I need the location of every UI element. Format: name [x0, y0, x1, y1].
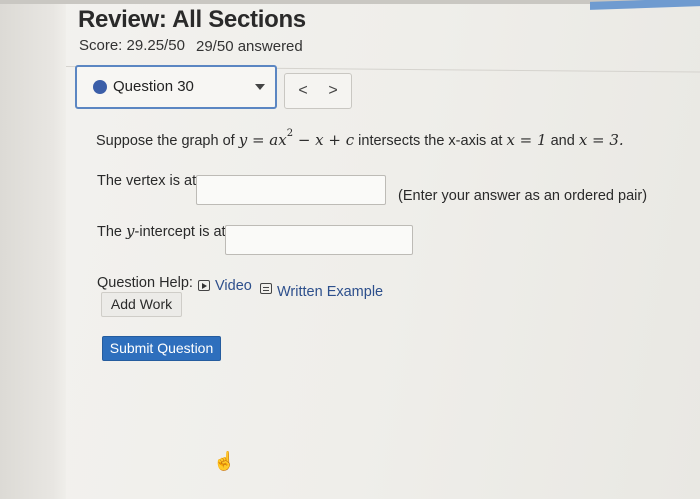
question-help-label: Question Help:: [97, 275, 193, 291]
hand-cursor-icon: ☝: [213, 451, 236, 471]
prompt-text-after: intersects the x-axis at: [358, 133, 503, 149]
add-work-button[interactable]: Add Work: [101, 292, 182, 317]
score-text: Score: 29.25/50: [79, 37, 185, 54]
video-link[interactable]: Video: [215, 278, 252, 294]
question-prompt: Suppose the graph of y = ax2 − x + c int…: [96, 128, 624, 149]
caret-down-icon: [255, 84, 265, 90]
vertex-input[interactable]: [196, 175, 386, 205]
vertex-hint: (Enter your answer as an ordered pair): [398, 188, 648, 204]
question-selector-label: Question 30: [113, 78, 194, 95]
root-1: x = 1: [506, 131, 547, 149]
y-intercept-input[interactable]: [225, 225, 413, 255]
question-selector[interactable]: Question 30: [75, 65, 277, 109]
question-nav: < >: [284, 73, 352, 109]
prompt-and: and: [550, 133, 575, 149]
answered-count: 29/50 answered: [196, 38, 303, 55]
written-example-link[interactable]: Written Example: [277, 284, 383, 300]
y-intercept-label: The y-intercept is at: [97, 222, 226, 240]
question-status-dot: [93, 80, 107, 94]
next-question-button[interactable]: >: [321, 80, 345, 102]
root-2: x = 3.: [578, 131, 624, 149]
y-intercept-label-post: -intercept is at: [134, 224, 226, 240]
y-intercept-variable: y: [126, 222, 135, 240]
submit-question-button[interactable]: Submit Question: [102, 336, 221, 361]
prompt-text-before: Suppose the graph of: [96, 133, 235, 149]
equation: y = ax2 − x + c: [238, 128, 355, 149]
document-icon: [260, 283, 272, 294]
left-margin: [0, 0, 66, 499]
video-icon: [198, 280, 210, 291]
y-intercept-label-pre: The: [97, 224, 122, 240]
page-title: Review: All Sections: [78, 6, 306, 33]
vertex-label: The vertex is at: [97, 173, 197, 189]
previous-question-button[interactable]: <: [291, 80, 315, 102]
